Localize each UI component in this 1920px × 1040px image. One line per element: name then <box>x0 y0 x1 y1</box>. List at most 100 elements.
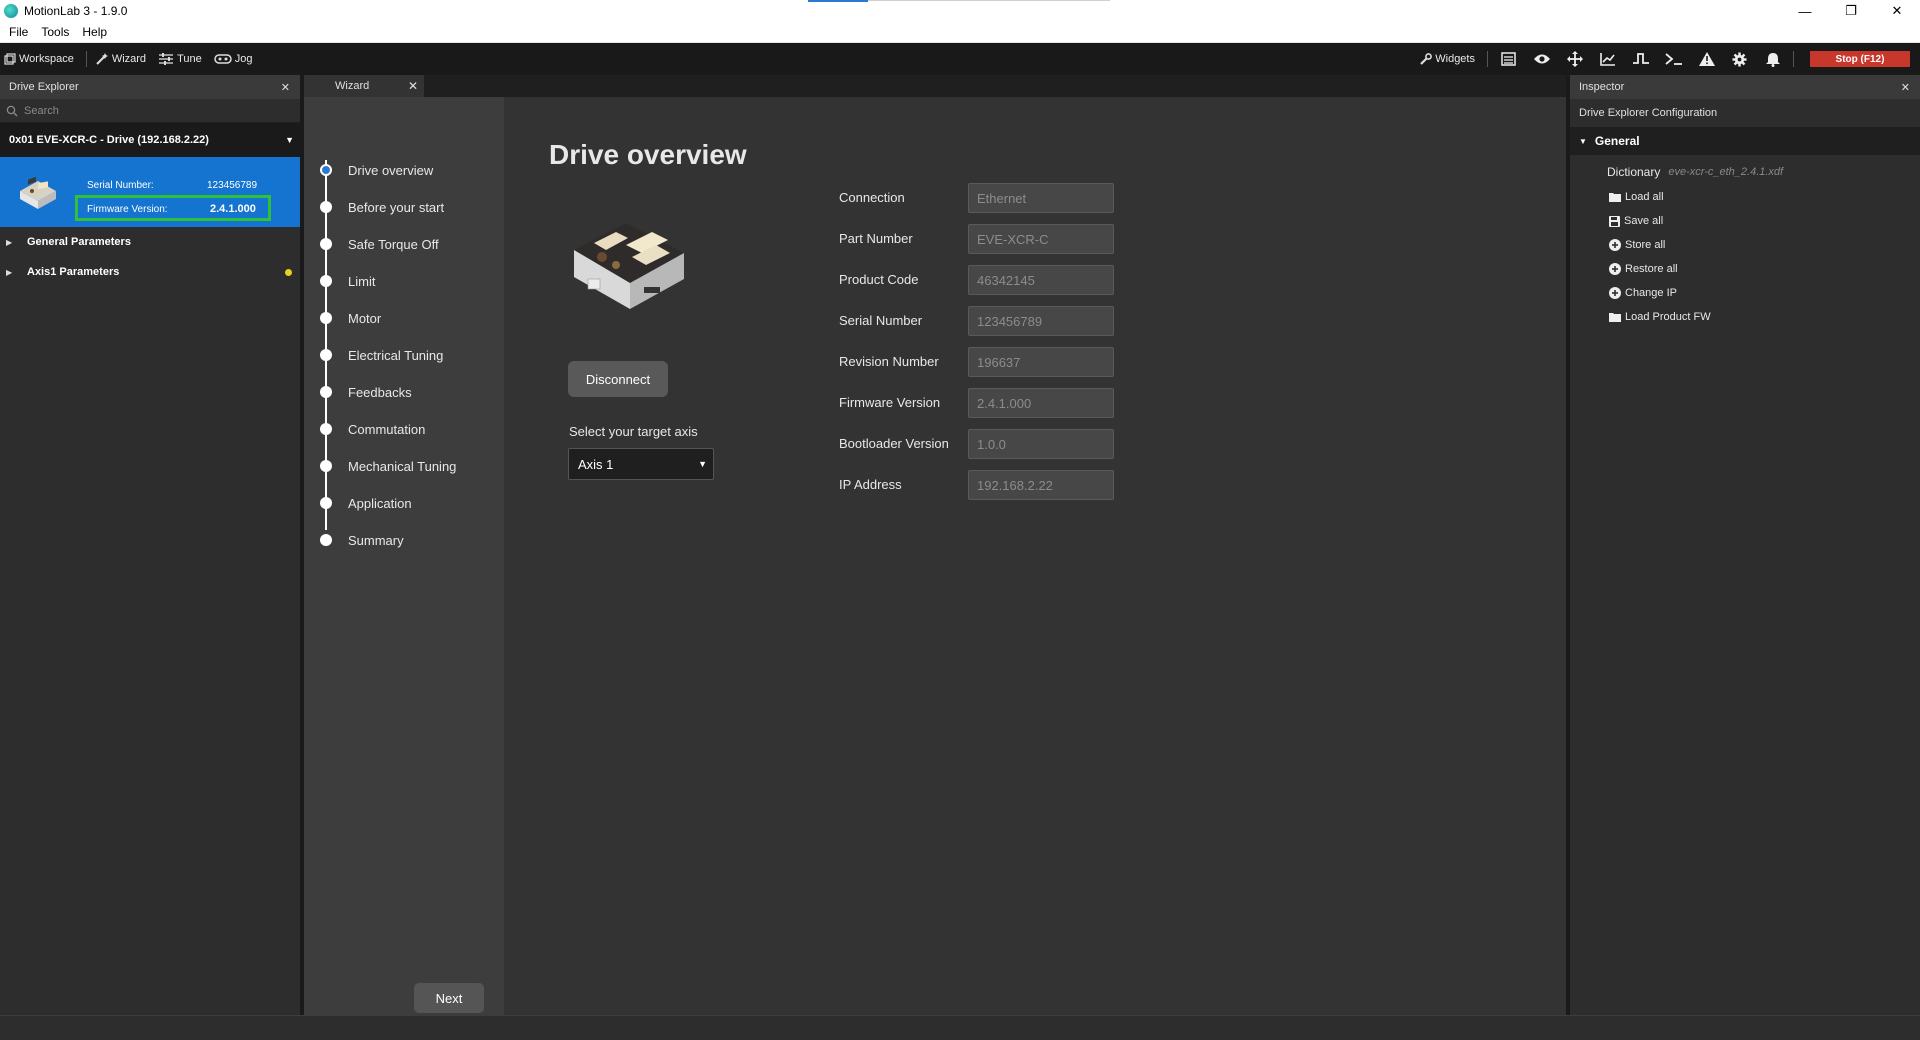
load-product-fw-button[interactable]: Load Product FW <box>1570 305 1920 329</box>
chevron-right-icon[interactable]: ▶ <box>6 268 15 277</box>
step-label: Electrical Tuning <box>348 347 444 363</box>
save-all-button[interactable]: Save all <box>1570 209 1920 233</box>
jog-button[interactable]: Jog <box>210 43 261 75</box>
change-ip-button[interactable]: Change IP <box>1570 281 1920 305</box>
step-before-your-start[interactable]: Before your start <box>320 197 444 217</box>
toolbar-separator <box>85 51 87 67</box>
firmware-version-field-label: Firmware Version <box>839 395 941 410</box>
load-all-button[interactable]: Load all <box>1570 185 1920 209</box>
firmware-version-label: Firmware Version: <box>87 204 168 215</box>
tree-item-axis1-parameters[interactable]: ▶ Axis1 Parameters <box>0 257 300 287</box>
menu-help[interactable]: Help <box>82 25 107 39</box>
step-bullet-icon <box>320 201 332 213</box>
step-motor[interactable]: Motor <box>320 308 381 328</box>
step-bullet-icon <box>320 534 332 546</box>
step-signal-icon <box>1632 53 1649 64</box>
step-summary[interactable]: Summary <box>320 530 404 550</box>
close-window-button[interactable]: ✕ <box>1874 0 1920 22</box>
drive-search[interactable]: Search <box>0 99 300 123</box>
product-code-field[interactable]: 46342145 <box>968 265 1114 295</box>
step-commutation[interactable]: Commutation <box>320 419 425 439</box>
step-safe-torque-off[interactable]: Safe Torque Off <box>320 234 439 254</box>
tree-item-label: General Parameters <box>27 236 131 248</box>
close-icon[interactable]: ✕ <box>408 79 418 93</box>
eye-icon <box>1533 54 1550 64</box>
menu-file[interactable]: File <box>9 25 28 39</box>
wizard-button[interactable]: Wizard <box>91 43 154 75</box>
step-bullet-icon <box>320 349 332 361</box>
close-icon[interactable]: ✕ <box>281 81 290 94</box>
chart-button[interactable] <box>1591 43 1624 75</box>
widgets-button[interactable]: Widgets <box>1415 43 1483 75</box>
step-electrical-tuning[interactable]: Electrical Tuning <box>320 345 443 365</box>
disconnect-button[interactable]: Disconnect <box>568 361 668 397</box>
restore-button[interactable]: ❐ <box>1828 0 1874 22</box>
connection-field[interactable]: Ethernet <box>968 183 1114 213</box>
action-label: Restore all <box>1625 263 1678 275</box>
drive-card[interactable]: Serial Number: 123456789 Firmware Versio… <box>0 157 300 227</box>
plus-circle-icon <box>1609 239 1621 251</box>
serial-number-field[interactable]: 123456789 <box>968 306 1114 336</box>
chevron-right-icon[interactable]: ▶ <box>6 238 15 247</box>
toolbar-separator <box>1793 51 1794 67</box>
restore-all-button[interactable]: Restore all <box>1570 257 1920 281</box>
inspector-title: Inspector <box>1579 81 1625 93</box>
caret-down-icon[interactable]: ▼ <box>285 135 294 145</box>
notifications-button[interactable] <box>1756 43 1789 75</box>
tree-item-general-parameters[interactable]: ▶ General Parameters <box>0 227 300 257</box>
stop-button[interactable]: Stop (F12) <box>1810 51 1910 67</box>
section-general[interactable]: ▼ General <box>1570 127 1920 155</box>
step-mechanical-tuning[interactable]: Mechanical Tuning <box>320 456 456 476</box>
wand-icon <box>96 53 108 65</box>
folder-icon <box>1609 313 1621 322</box>
close-icon[interactable]: ✕ <box>1901 81 1910 94</box>
chevron-down-icon[interactable]: ▼ <box>1579 137 1587 146</box>
workspace-button[interactable]: Workspace <box>0 43 82 75</box>
next-button[interactable]: Next <box>414 983 484 1013</box>
ip-address-field[interactable]: 192.168.2.22 <box>968 470 1114 500</box>
axis-select-value: Axis 1 <box>578 456 614 472</box>
search-input[interactable]: Search <box>24 105 59 117</box>
firmware-version-field[interactable]: 2.4.1.000 <box>968 388 1114 418</box>
step-drive-overview[interactable]: Drive overview <box>320 160 433 180</box>
drive-thumbnail-icon <box>20 176 56 209</box>
tab-wizard[interactable]: Wizard ✕ <box>304 75 424 97</box>
bell-icon <box>1765 52 1780 67</box>
drive-explorer-panel: Drive Explorer ✕ Search 0x01 EVE-XCR-C -… <box>0 75 300 1015</box>
bootloader-version-field[interactable]: 1.0.0 <box>968 429 1114 459</box>
terminal-button[interactable] <box>1657 43 1690 75</box>
tune-button[interactable]: Tune <box>154 43 210 75</box>
warning-icon <box>1698 52 1715 66</box>
settings-button[interactable] <box>1723 43 1756 75</box>
serial-number-field-label: Serial Number <box>839 313 923 328</box>
step-application[interactable]: Application <box>320 493 412 513</box>
workspace-label: Workspace <box>19 53 74 65</box>
monitor-button[interactable] <box>1525 43 1558 75</box>
step-active-bullet-icon <box>320 164 332 176</box>
axis-select[interactable]: Axis 1 ▼ <box>568 448 714 480</box>
revision-number-field[interactable]: 196637 <box>968 347 1114 377</box>
register-list-button[interactable] <box>1492 43 1525 75</box>
step-label: Application <box>348 495 412 511</box>
signal-button[interactable] <box>1624 43 1657 75</box>
bootloader-version-label: Bootloader Version <box>839 436 949 451</box>
firmware-version-value: 2.4.1.000 <box>210 203 256 215</box>
menu-tools[interactable]: Tools <box>41 25 69 39</box>
sliders-icon <box>159 53 174 65</box>
step-feedbacks[interactable]: Feedbacks <box>320 382 412 402</box>
drive-product-image <box>574 223 684 309</box>
step-label: Limit <box>348 273 376 289</box>
drive-selector[interactable]: 0x01 EVE-XCR-C - Drive (192.168.2.22) ▼ <box>0 123 300 157</box>
errors-button[interactable] <box>1690 43 1723 75</box>
jog-label: Jog <box>234 53 253 65</box>
action-label: Load all <box>1625 191 1664 203</box>
store-all-button[interactable]: Store all <box>1570 233 1920 257</box>
part-number-field[interactable]: EVE-XCR-C <box>968 224 1114 254</box>
serial-number-value: 123456789 <box>207 180 258 191</box>
move-button[interactable] <box>1558 43 1591 75</box>
minimize-button[interactable]: — <box>1782 0 1828 22</box>
workspace-icon <box>4 53 16 65</box>
step-limit[interactable]: Limit <box>320 271 375 291</box>
plus-circle-icon <box>1609 263 1621 275</box>
menu-bar: File Tools Help <box>0 22 1920 43</box>
